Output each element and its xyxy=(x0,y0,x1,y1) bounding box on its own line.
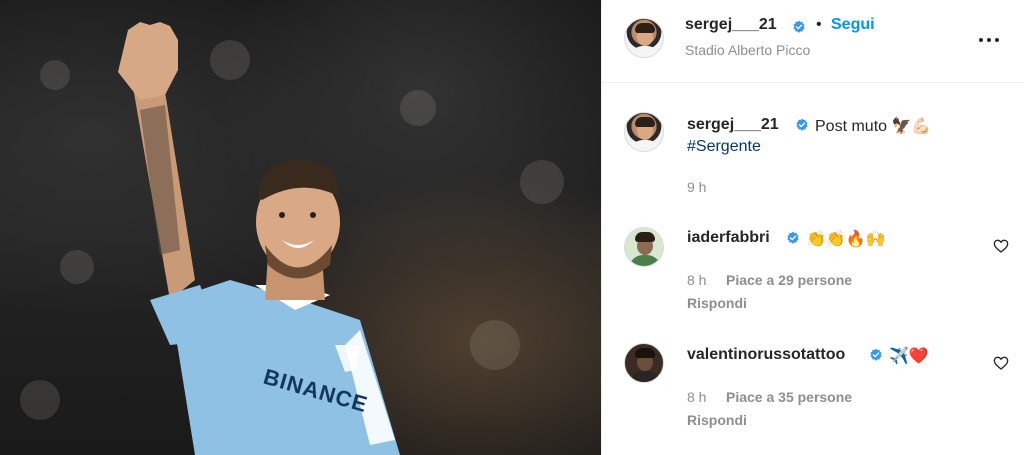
post-location[interactable]: Stadio Alberto Picco xyxy=(685,42,810,58)
author-avatar[interactable] xyxy=(624,18,664,58)
caption-hashtag[interactable]: #Sergente xyxy=(687,138,761,156)
separator-dot: • xyxy=(816,16,822,33)
comment-time[interactable]: 8 h xyxy=(687,272,706,288)
comment-text: 👏👏🔥🙌 xyxy=(806,231,886,248)
follow-button[interactable]: Segui xyxy=(831,16,875,34)
like-heart-icon[interactable] xyxy=(993,238,1009,254)
comment-likes[interactable]: Piace a 29 persone xyxy=(726,272,852,288)
verified-badge-icon xyxy=(870,348,882,361)
author-username[interactable]: sergej___21 xyxy=(685,16,777,34)
comment-text: ✈️❤️ xyxy=(889,348,929,365)
caption-username[interactable]: sergej___21 xyxy=(687,116,779,134)
reply-button[interactable]: Rispondi xyxy=(687,412,747,428)
comment-time[interactable]: 8 h xyxy=(687,389,706,405)
comment-likes[interactable]: Piace a 35 persone xyxy=(726,389,852,405)
caption-author-avatar[interactable] xyxy=(624,112,664,152)
like-heart-icon[interactable] xyxy=(993,355,1009,371)
more-options-icon[interactable] xyxy=(979,30,1003,50)
comment-avatar[interactable] xyxy=(624,227,664,267)
verified-badge-icon xyxy=(796,118,808,131)
verified-badge-icon xyxy=(793,20,805,33)
caption-time[interactable]: 9 h xyxy=(687,179,706,195)
post-photo[interactable]: BINANCE xyxy=(0,0,601,455)
verified-badge-icon xyxy=(787,231,799,244)
comment-username[interactable]: valentinorussotattoo xyxy=(687,346,845,364)
comment-username[interactable]: iaderfabbri xyxy=(687,229,770,247)
post-header: sergej___21 • Segui Stadio Alberto Picco xyxy=(602,0,1024,83)
caption-text: Post muto 🦅💪🏻 xyxy=(815,118,932,135)
reply-button[interactable]: Rispondi xyxy=(687,295,747,311)
post-side-panel: sergej___21 • Segui Stadio Alberto Picco… xyxy=(601,0,1024,455)
comment-avatar[interactable] xyxy=(624,343,664,383)
